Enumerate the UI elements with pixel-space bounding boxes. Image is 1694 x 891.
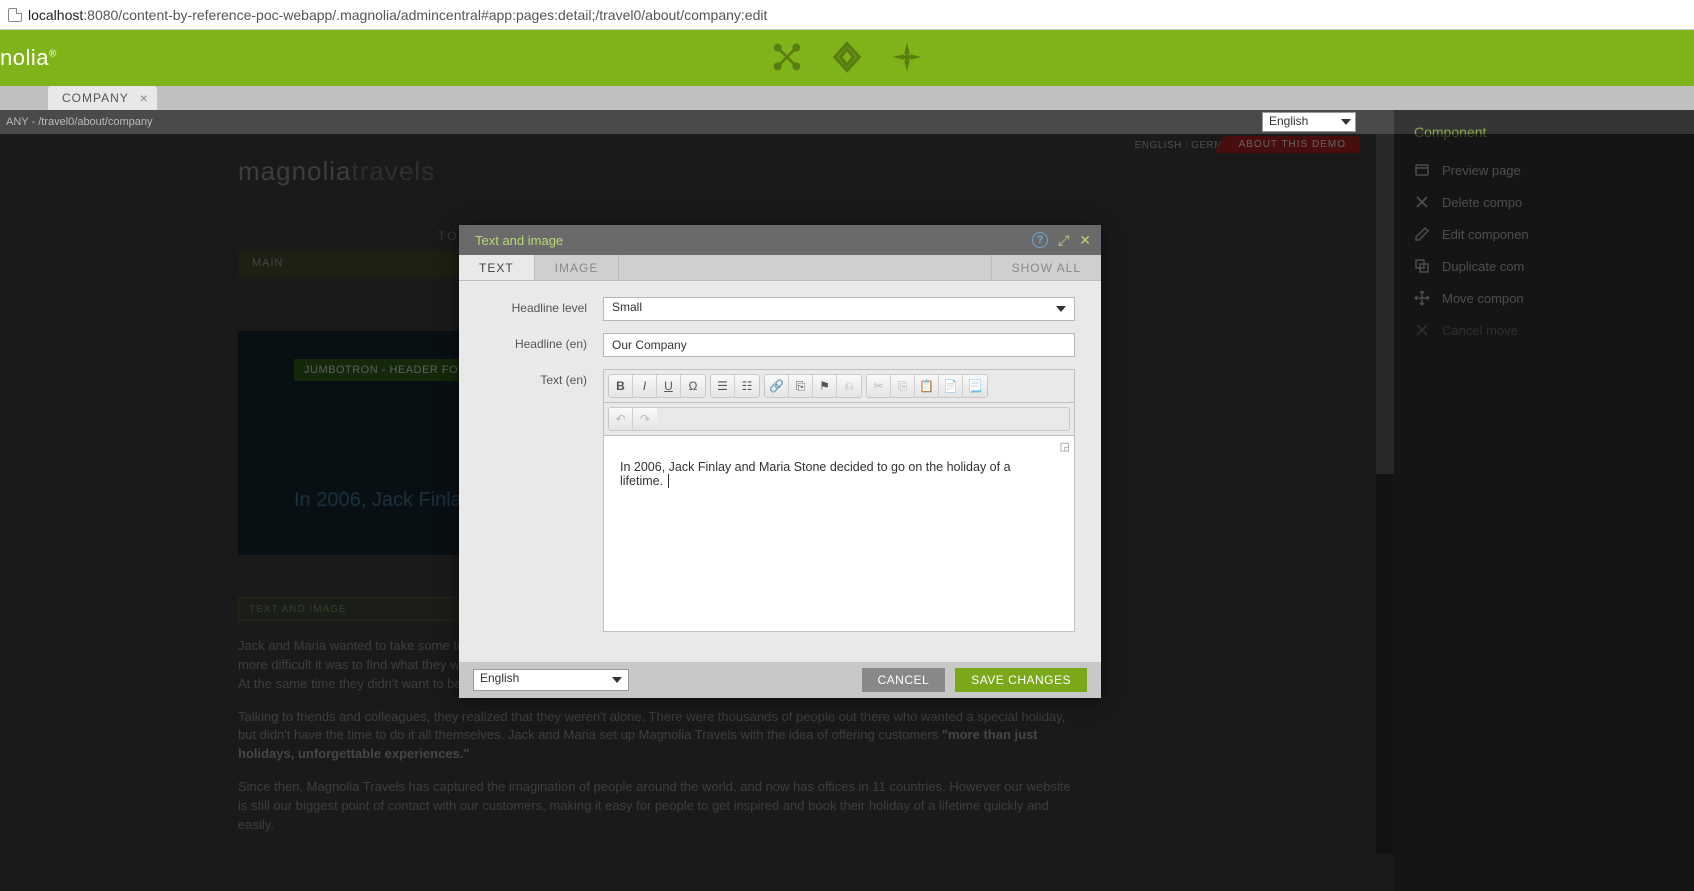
dialog-text-and-image: Text and image ? ⤢ ✕ TEXT IMAGE SHOW ALL… bbox=[459, 225, 1101, 698]
input-headline-en[interactable] bbox=[603, 333, 1075, 357]
move-icon bbox=[1414, 290, 1430, 306]
tab-text[interactable]: TEXT bbox=[459, 255, 535, 280]
tab-company[interactable]: COMPANY × bbox=[48, 86, 157, 110]
expand-icon[interactable]: ⤢ bbox=[1058, 232, 1069, 249]
special-char-button[interactable]: Ω bbox=[681, 375, 705, 397]
action-panel: Component Preview page Delete compo Edit… bbox=[1394, 110, 1694, 891]
cancel-button[interactable]: CANCEL bbox=[862, 668, 946, 692]
close-icon[interactable]: ✕ bbox=[1079, 232, 1091, 249]
preview-icon bbox=[1414, 162, 1430, 178]
tab-image[interactable]: IMAGE bbox=[535, 255, 620, 280]
cut-button[interactable]: ✂ bbox=[867, 375, 891, 397]
dialog-language-select[interactable]: English bbox=[473, 669, 629, 691]
dialog-header: Text and image ? ⤢ ✕ bbox=[459, 225, 1101, 255]
label-headline-level: Headline level bbox=[485, 297, 603, 315]
action-panel-title: Component bbox=[1394, 116, 1694, 154]
tab-label: COMPANY bbox=[62, 91, 129, 105]
action-preview-page[interactable]: Preview page bbox=[1394, 154, 1694, 186]
label-headline-en: Headline (en) bbox=[485, 333, 603, 351]
scrollbar-thumb[interactable] bbox=[1376, 134, 1394, 474]
app-header: nolia® bbox=[0, 30, 1694, 86]
chevron-down-icon bbox=[1056, 306, 1066, 312]
paste-button[interactable]: 📋 bbox=[915, 375, 939, 397]
copy-button[interactable]: ⎘ bbox=[891, 375, 915, 397]
dialog-body: Headline level Small Headline (en) Text … bbox=[459, 281, 1101, 662]
chevron-down-icon bbox=[1341, 119, 1351, 125]
dialog-footer: English CANCEL SAVE CHANGES bbox=[459, 662, 1101, 698]
language-dropdown-top[interactable]: English bbox=[1262, 112, 1356, 132]
favorites-icon[interactable] bbox=[891, 41, 923, 76]
link-button[interactable]: 🔗 bbox=[765, 375, 789, 397]
about-demo-ribbon[interactable]: ABOUT THIS DEMO bbox=[1215, 136, 1360, 153]
rte-toolbar: B I U Ω ☰ ☷ 🔗 ⎘ ⚑ ⎌ bbox=[603, 369, 1075, 403]
tab-bar: COMPANY × bbox=[0, 86, 1694, 110]
ordered-list-button[interactable]: ☰ bbox=[711, 375, 735, 397]
duplicate-icon bbox=[1414, 258, 1430, 274]
pulse-icon[interactable] bbox=[831, 41, 863, 76]
url-text: localhost:8080/content-by-reference-poc-… bbox=[28, 7, 767, 23]
cancel-icon bbox=[1414, 322, 1430, 338]
chevron-down-icon bbox=[612, 677, 622, 683]
action-duplicate-component[interactable]: Duplicate com bbox=[1394, 250, 1694, 282]
action-move-component[interactable]: Move compon bbox=[1394, 282, 1694, 314]
action-edit-component[interactable]: Edit componen bbox=[1394, 218, 1694, 250]
unlink-button[interactable]: ⎌ bbox=[837, 375, 861, 397]
label-text-en: Text (en) bbox=[485, 369, 603, 387]
redo-button[interactable]: ↷ bbox=[633, 408, 657, 430]
apps-icon[interactable] bbox=[771, 41, 803, 76]
help-icon[interactable]: ? bbox=[1032, 232, 1048, 248]
undo-button[interactable]: ↶ bbox=[609, 408, 633, 430]
tab-show-all[interactable]: SHOW ALL bbox=[991, 255, 1101, 280]
anchor-button[interactable]: ⚑ bbox=[813, 375, 837, 397]
pencil-icon bbox=[1414, 226, 1430, 242]
action-cancel-move: Cancel move bbox=[1394, 314, 1694, 346]
paste-text-button[interactable]: 📄 bbox=[939, 375, 963, 397]
save-button[interactable]: SAVE CHANGES bbox=[955, 668, 1087, 692]
action-delete-component[interactable]: Delete compo bbox=[1394, 186, 1694, 218]
rte-expand-icon[interactable]: ◲ bbox=[1060, 440, 1070, 453]
underline-button[interactable]: U bbox=[657, 375, 681, 397]
delete-icon bbox=[1414, 194, 1430, 210]
site-logo: magnoliatravels bbox=[238, 156, 1080, 187]
close-icon[interactable]: × bbox=[140, 90, 149, 106]
bold-button[interactable]: B bbox=[609, 375, 633, 397]
select-headline-level[interactable]: Small bbox=[603, 297, 1075, 321]
unordered-list-button[interactable]: ☷ bbox=[735, 375, 759, 397]
italic-button[interactable]: I bbox=[633, 375, 657, 397]
rte-editor[interactable]: ◲ In 2006, Jack Finlay and Maria Stone d… bbox=[603, 436, 1075, 632]
dialog-tabs: TEXT IMAGE SHOW ALL bbox=[459, 255, 1101, 281]
vertical-scrollbar[interactable] bbox=[1376, 134, 1394, 854]
internal-link-button[interactable]: ⎘ bbox=[789, 375, 813, 397]
dialog-title: Text and image bbox=[475, 233, 1032, 248]
logo-fragment: nolia® bbox=[0, 45, 57, 71]
workspace: ANY - /travel0/about/company English ENG… bbox=[0, 110, 1694, 891]
page-icon bbox=[8, 8, 22, 22]
rte-toolbar-row2: ↶ ↷ bbox=[603, 403, 1075, 436]
paste-word-button[interactable]: 📃 bbox=[963, 375, 987, 397]
browser-url-bar[interactable]: localhost:8080/content-by-reference-poc-… bbox=[0, 0, 1694, 30]
